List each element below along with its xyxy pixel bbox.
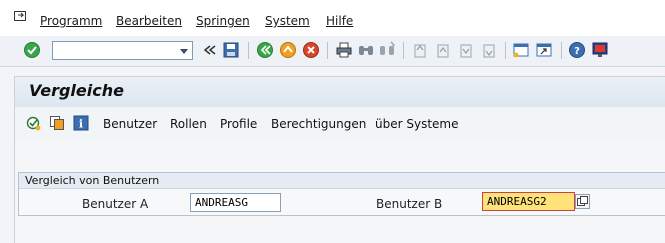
find-next-icon[interactable] [378, 41, 396, 59]
compare-authorizations-button[interactable]: Berechtigungen [271, 117, 366, 131]
compare-roles-button[interactable]: Rollen [170, 117, 207, 131]
menu-system[interactable]: System [265, 14, 310, 28]
value-help-icon [577, 196, 588, 206]
menu-system-label: System [265, 14, 310, 28]
command-field[interactable] [52, 41, 193, 60]
application-toolbar: i Benutzer Rollen Profile Berechtigungen… [14, 107, 665, 141]
cancel-icon[interactable] [302, 41, 320, 59]
save-icon[interactable] [222, 41, 240, 59]
user-a-label: Benutzer A [82, 197, 149, 211]
system-menu-icon[interactable] [14, 11, 28, 23]
group-title: Vergleich von Benutzern [25, 174, 160, 187]
value-help-button[interactable] [575, 194, 590, 209]
standard-toolbar: ? [0, 36, 665, 67]
user-b-label: Benutzer B [376, 197, 443, 211]
exit-icon[interactable] [279, 41, 297, 59]
across-systems-button[interactable]: über Systeme [375, 117, 458, 131]
toolbar-separator [403, 42, 404, 59]
print-icon[interactable] [335, 41, 353, 59]
next-page-icon[interactable] [457, 41, 475, 59]
help-icon[interactable]: ? [568, 41, 586, 59]
shortcut-icon[interactable] [535, 41, 553, 59]
new-session-icon[interactable] [512, 41, 530, 59]
toolbar-separator [561, 42, 562, 59]
menu-bearbeiten[interactable]: Bearbeiten [116, 14, 182, 28]
page-title: Vergleiche [29, 81, 124, 100]
toolbar-separator [505, 42, 506, 59]
collapse-icon[interactable] [201, 41, 219, 59]
compare-users-button[interactable]: Benutzer [103, 117, 157, 131]
info-icon[interactable]: i [73, 115, 89, 131]
svg-text:i: i [79, 118, 83, 131]
menu-programm-label: Programm [40, 14, 103, 28]
copy-icon[interactable] [49, 115, 65, 131]
command-field-dropdown[interactable] [180, 49, 188, 54]
previous-page-icon[interactable] [434, 41, 452, 59]
menu-bearbeiten-label: Bearbeiten [116, 14, 182, 28]
toolbar-separator [327, 42, 328, 59]
menu-programm[interactable]: Programm [40, 14, 102, 28]
first-page-icon[interactable] [411, 41, 429, 59]
execute-icon[interactable] [25, 115, 41, 131]
user-b-field[interactable]: ANDREASG2 [482, 192, 575, 211]
menu-springen-label: Springen [196, 14, 250, 28]
menu-springen[interactable]: Springen [196, 14, 250, 28]
group-header: Vergleich von Benutzern [19, 173, 665, 189]
svg-text:?: ? [574, 46, 580, 57]
back-icon[interactable] [256, 41, 274, 59]
menu-hilfe[interactable]: Hilfe [326, 14, 353, 28]
compare-profiles-button[interactable]: Profile [220, 117, 257, 131]
customize-layout-icon[interactable] [591, 41, 609, 59]
menu-bar: Programm Bearbeiten Springen System Hilf… [0, 0, 665, 36]
menu-hilfe-label: Hilfe [326, 14, 354, 28]
last-page-icon[interactable] [480, 41, 498, 59]
find-icon[interactable] [357, 41, 375, 59]
screen-title-bar: Vergleiche [14, 76, 665, 107]
toolbar-separator [248, 42, 249, 59]
user-a-field[interactable]: ANDREASG [190, 193, 281, 212]
enter-icon[interactable] [23, 41, 41, 59]
